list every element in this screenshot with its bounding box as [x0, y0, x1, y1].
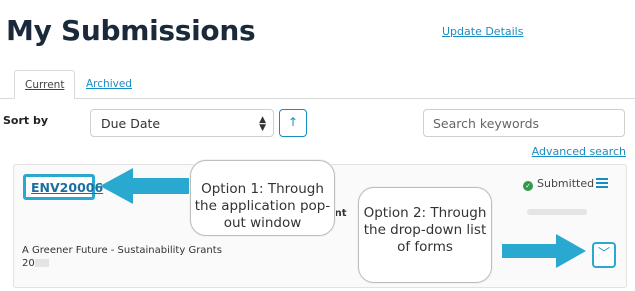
option2-callout: Option 2: Through the drop-down list of …	[358, 187, 492, 283]
option1-callout: Option 1: Through the application pop-ou…	[190, 160, 335, 236]
right-arrow	[502, 234, 586, 268]
annotation-arrows	[100, 168, 586, 268]
left-arrow	[100, 168, 190, 204]
